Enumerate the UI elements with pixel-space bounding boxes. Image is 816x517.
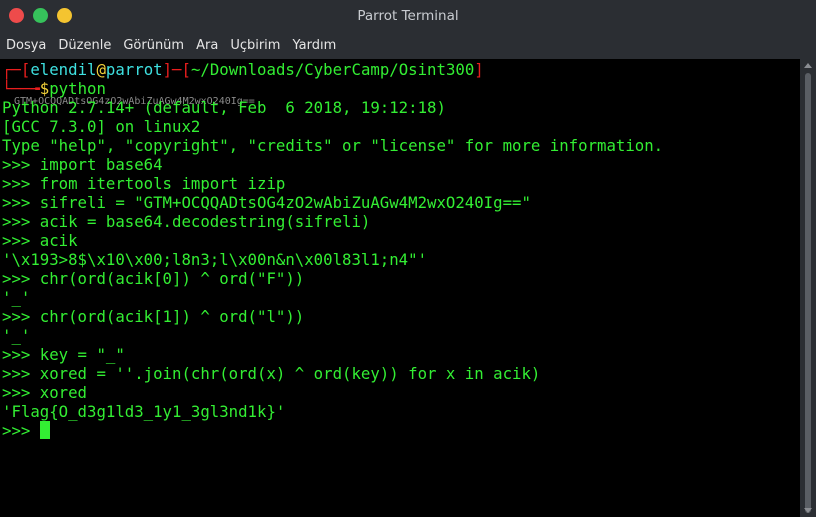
menu-edit[interactable]: Düzenle [58,38,111,53]
scroll-down-arrow-icon[interactable] [804,508,812,513]
title-bar: Parrot Terminal [0,0,816,32]
close-window-button[interactable] [9,8,24,23]
terminal-line: >>> acik [2,231,78,250]
window-title: Parrot Terminal [357,8,459,24]
shell-command-line: └──╼$python GTM+OCQQADtsOG4zO2wAbiZuAGw4M… [2,79,800,107]
prompt-bracket: ┌─[ [2,60,31,79]
terminal-line: '_' [2,288,31,307]
scroll-up-arrow-icon[interactable] [804,63,812,68]
terminal-line: >>> sifreli = "GTM+OCQQADtsOG4zO2wAbiZuA… [2,193,531,212]
python-prompt: >>> [2,421,40,440]
terminal-line: >>> acik = base64.decodestring(sifreli) [2,212,371,231]
menu-terminal[interactable]: Uçbirim [230,38,280,53]
terminal-line: >>> chr(ord(acik[0]) ^ ord("F")) [2,269,305,288]
menu-help[interactable]: Yardım [292,38,336,53]
active-prompt-line[interactable]: >>> [2,421,800,440]
scrollbar-thumb[interactable] [805,73,811,513]
terminal-area[interactable]: ┌─[elendil@parrot]─[~/Downloads/CyberCam… [0,59,800,517]
prompt-bracket: ]─[ [162,60,191,79]
terminal-line: [GCC 7.3.0] on linux2 [2,117,201,136]
terminal-line: Python 2.7.14+ (default, Feb 6 2018, 19:… [2,98,446,117]
prompt-at: @ [96,60,106,79]
terminal-line: >>> import base64 [2,155,163,174]
terminal-line: >>> xored = ''.join(chr(ord(x) ^ ord(key… [2,364,541,383]
prompt-user: elendil [30,60,97,79]
scrollbar[interactable] [800,59,816,517]
prompt-path: ~/Downloads/CyberCamp/Osint300 [190,60,475,79]
minimize-window-button[interactable] [33,8,48,23]
maximize-window-button[interactable] [57,8,72,23]
window-controls [9,8,72,23]
terminal-line: '\x193>8$\x10\x00;l8n3;l\x00n&n\x00l83l1… [2,250,428,269]
menu-bar: Dosya Düzenle Görünüm Ara Uçbirim Yardım [0,32,816,59]
menu-file[interactable]: Dosya [6,38,46,53]
terminal-line: Type "help", "copyright", "credits" or "… [2,136,664,155]
terminal-line: >>> xored [2,383,88,402]
terminal-line: '_' [2,326,31,345]
terminal-line: >>> key = "_" [2,345,125,364]
text-cursor [39,421,50,439]
terminal-line: >>> from itertools import izip [2,174,286,193]
menu-view[interactable]: Görünüm [123,38,184,53]
shell-prompt-line: ┌─[elendil@parrot]─[~/Downloads/CyberCam… [2,60,800,79]
terminal-line: >>> chr(ord(acik[1]) ^ ord("l")) [2,307,305,326]
prompt-bracket: ] [474,60,484,79]
terminal-line: 'Flag{O_d3g1ld3_1y1_3gl3nd1k}' [2,402,286,421]
menu-search[interactable]: Ara [196,38,218,53]
prompt-host: parrot [105,60,163,79]
